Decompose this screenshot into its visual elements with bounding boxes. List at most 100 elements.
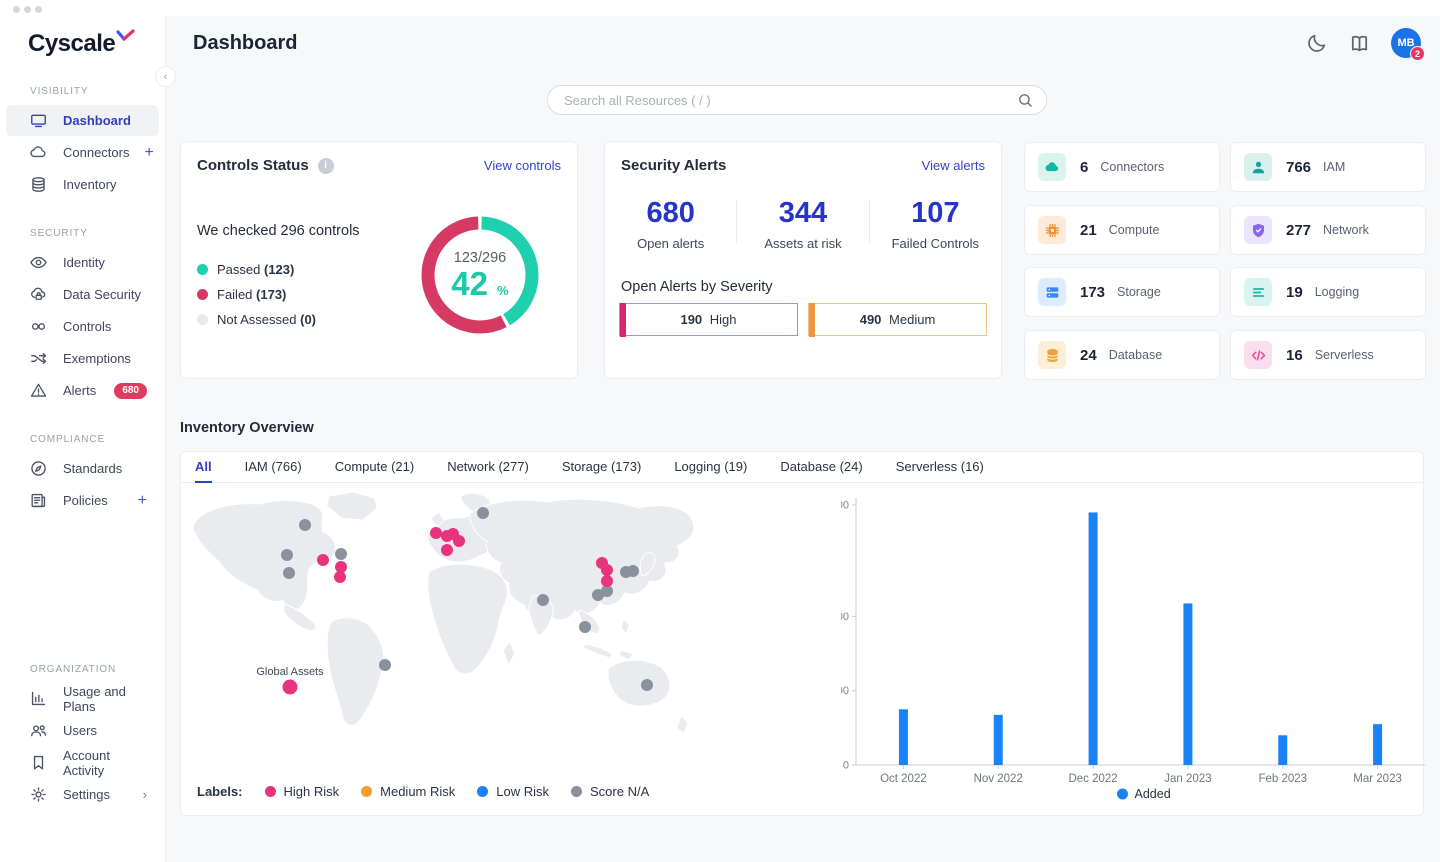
asset-dot-high-risk[interactable] xyxy=(334,571,346,583)
storage-icon xyxy=(1038,278,1066,306)
header-actions: MB 2 xyxy=(1306,28,1421,58)
docs-book-icon[interactable] xyxy=(1348,32,1371,55)
sidebar-item-inventory[interactable]: Inventory xyxy=(6,169,159,200)
tab-iam-766[interactable]: IAM (766) xyxy=(245,452,302,483)
resource-card-network[interactable]: 277Network xyxy=(1230,205,1426,255)
sidebar-item-label: Connectors xyxy=(63,145,129,160)
sidebar-item-connectors[interactable]: Connectors + xyxy=(6,137,159,168)
asset-dot-score-na[interactable] xyxy=(281,549,293,561)
alerts-count-badge: 680 xyxy=(114,383,147,399)
asset-dot-score-na[interactable] xyxy=(283,567,295,579)
section-label-compliance: COMPLIANCE xyxy=(30,434,165,445)
dark-mode-icon[interactable] xyxy=(1306,32,1328,54)
info-icon[interactable]: i xyxy=(318,158,334,174)
asset-dot-global[interactable] xyxy=(283,680,298,695)
user-avatar[interactable]: MB 2 xyxy=(1391,28,1421,58)
sidebar-item-settings[interactable]: Settings› xyxy=(6,779,159,810)
add-icon[interactable]: + xyxy=(138,493,147,509)
resource-count: 766 xyxy=(1286,159,1311,176)
donut-fraction: 123/296 xyxy=(454,250,506,266)
stat-label: Open alerts xyxy=(605,236,736,251)
window-zoom-button[interactable] xyxy=(35,6,42,13)
sidebar-item-users[interactable]: Users xyxy=(6,715,159,746)
cyscale-logo[interactable]: Cyscale xyxy=(28,30,115,58)
window-minimize-button[interactable] xyxy=(24,6,31,13)
resource-card-iam[interactable]: 766IAM xyxy=(1230,142,1426,192)
sidebar-item-data-security[interactable]: Data Security xyxy=(6,279,159,310)
sidebar-item-standards[interactable]: Standards xyxy=(6,453,159,484)
sidebar-item-alerts[interactable]: Alerts680 xyxy=(6,375,159,406)
sidebar-item-dashboard[interactable]: Dashboard xyxy=(6,105,159,136)
asset-dot-score-na[interactable] xyxy=(299,519,311,531)
map-legend-title: Labels: xyxy=(197,784,243,799)
branch-icon xyxy=(28,349,48,369)
tab-all[interactable]: All xyxy=(195,452,212,483)
search-icon[interactable] xyxy=(1017,92,1034,109)
asset-dot-score-na[interactable] xyxy=(477,507,489,519)
tab-storage-173[interactable]: Storage (173) xyxy=(562,452,642,483)
resource-card-connectors[interactable]: 6Connectors xyxy=(1024,142,1220,192)
legend-dot xyxy=(197,289,208,300)
database-icon xyxy=(1038,341,1066,369)
sidebar-item-exemptions[interactable]: Exemptions xyxy=(6,343,159,374)
bar-jan-2023 xyxy=(1183,603,1192,765)
map-landmass xyxy=(428,564,508,674)
asset-dot-high-risk[interactable] xyxy=(430,527,442,539)
resource-card-database[interactable]: 24Database xyxy=(1024,330,1220,380)
inventory-card: All IAM (766) Compute (21) Network (277) Sto… xyxy=(180,451,1424,816)
asset-dot-score-na[interactable] xyxy=(641,679,653,691)
resource-card-compute[interactable]: 21Compute xyxy=(1024,205,1220,255)
sidebar-item-identity[interactable]: Identity xyxy=(6,247,159,278)
asset-dot-score-na[interactable] xyxy=(379,659,391,671)
y-tick-label: 700 xyxy=(841,500,849,512)
asset-dot-high-risk[interactable] xyxy=(601,564,613,576)
controls-legend: Passed (123) Failed (173) Not Assessed (0) xyxy=(197,262,316,337)
tab-serverless-16[interactable]: Serverless (16) xyxy=(896,452,984,483)
sidebar-item-controls[interactable]: Controls xyxy=(6,311,159,342)
severity-box-medium[interactable]: 490 Medium xyxy=(808,303,987,336)
connectors-icon xyxy=(1038,153,1066,181)
sidebar-collapse-button[interactable]: ‹ xyxy=(155,66,176,87)
resource-card-serverless[interactable]: 16Serverless xyxy=(1230,330,1426,380)
legend-label: Not Assessed (0) xyxy=(217,312,316,327)
resource-card-logging[interactable]: 19Logging xyxy=(1230,267,1426,317)
asset-dot-high-risk[interactable] xyxy=(601,575,613,587)
tab-network-277[interactable]: Network (277) xyxy=(447,452,529,483)
stat-value: 680 xyxy=(605,198,736,230)
chart-legend-label[interactable]: Added xyxy=(1135,787,1171,801)
resource-label: Logging xyxy=(1315,285,1360,299)
sidebar-item-label: Exemptions xyxy=(63,351,131,366)
severity-accent-bar xyxy=(620,303,626,337)
legend-label: Failed (173) xyxy=(217,287,286,302)
asset-dot-score-na[interactable] xyxy=(537,594,549,606)
legend-label: Low Risk xyxy=(496,784,549,799)
sidebar-item-account-activity[interactable]: Account Activity xyxy=(6,747,159,778)
tab-logging-19[interactable]: Logging (19) xyxy=(674,452,747,483)
legend-item-failed: Failed (173) xyxy=(197,287,316,302)
asset-dot-high-risk[interactable] xyxy=(441,544,453,556)
chart-legend-dot[interactable] xyxy=(1117,789,1128,800)
map-legend: Labels:High RiskMedium RiskLow RiskScore… xyxy=(197,784,649,799)
sidebar-item-usage-and-plans[interactable]: Usage and Plans xyxy=(6,683,159,714)
view-alerts-link[interactable]: View alerts xyxy=(922,158,985,173)
resource-count: 16 xyxy=(1286,347,1303,364)
sidebar-item-policies[interactable]: Policies+ xyxy=(6,485,159,516)
resource-card-storage[interactable]: 173Storage xyxy=(1024,267,1220,317)
legend-item-passed: Passed (123) xyxy=(197,262,316,277)
search-input[interactable] xyxy=(564,93,1017,108)
window-close-button[interactable] xyxy=(13,6,20,13)
severity-box-high[interactable]: 190 High xyxy=(619,303,798,336)
x-tick-label: Nov 2022 xyxy=(974,773,1023,785)
asset-dot-score-na[interactable] xyxy=(627,565,639,577)
asset-dot-score-na[interactable] xyxy=(335,548,347,560)
view-controls-link[interactable]: View controls xyxy=(484,158,561,173)
resource-label: Connectors xyxy=(1100,160,1164,174)
tab-compute-21[interactable]: Compute (21) xyxy=(335,452,414,483)
gear-icon xyxy=(28,785,48,805)
add-icon[interactable]: + xyxy=(144,145,153,161)
asset-dot-score-na[interactable] xyxy=(579,621,591,633)
asset-dot-high-risk[interactable] xyxy=(453,535,465,547)
sidebar-item-label: Users xyxy=(63,723,97,738)
asset-dot-high-risk[interactable] xyxy=(317,554,329,566)
tab-database-24[interactable]: Database (24) xyxy=(780,452,862,483)
